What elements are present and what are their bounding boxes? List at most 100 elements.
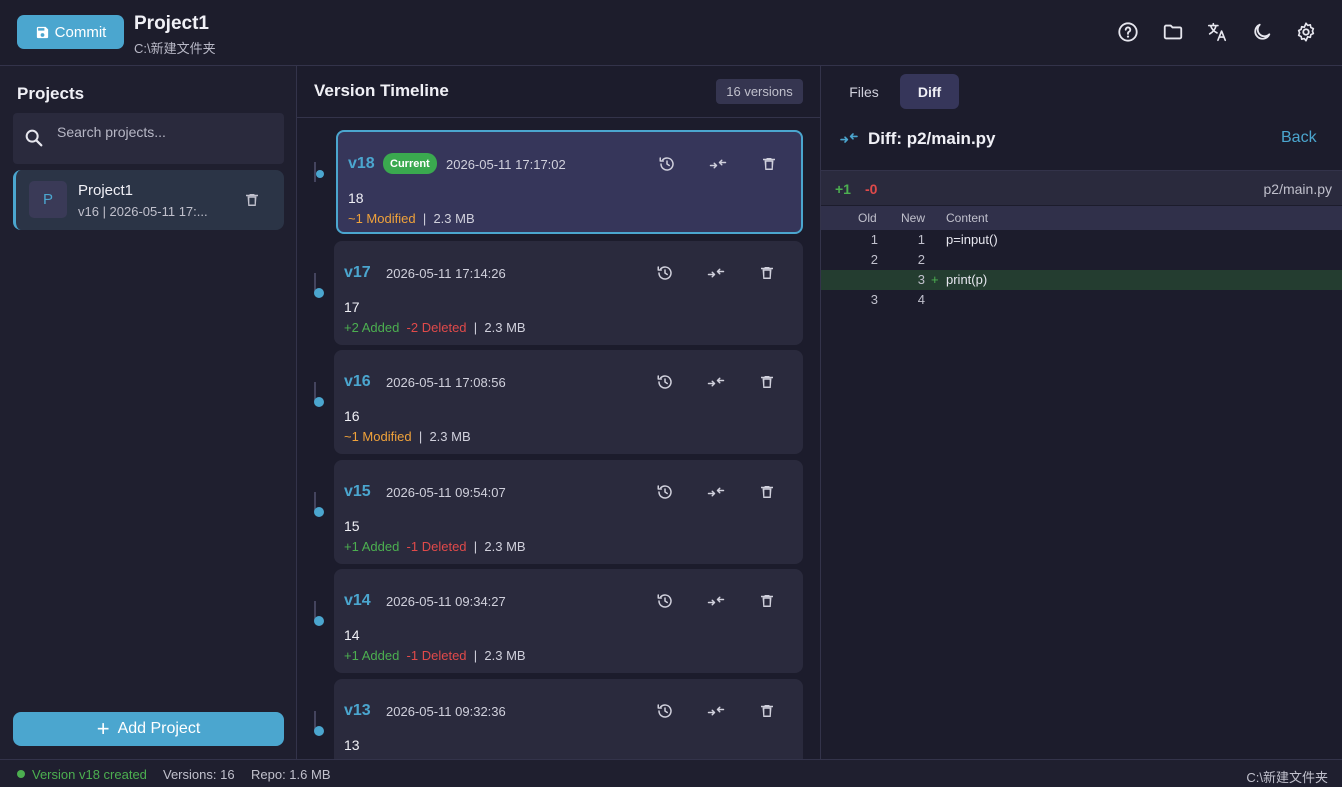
compare-version-icon[interactable] <box>706 591 726 611</box>
version-stats: +1 Added -1 Deleted | 2.3 MB <box>344 539 526 554</box>
header-bar: Commit Project1 C:\新建文件夹 <box>0 0 1342 66</box>
tab-files[interactable]: Files <box>839 74 889 109</box>
new-line-number: 2 <box>917 252 925 267</box>
settings-icon[interactable] <box>1294 20 1318 44</box>
timeline-dot <box>316 170 324 178</box>
compare-version-icon[interactable] <box>708 154 728 174</box>
delete-version-icon[interactable] <box>757 591 777 611</box>
stats-separator: | <box>422 211 427 226</box>
folder-icon[interactable] <box>1161 20 1185 44</box>
delete-version-icon[interactable] <box>757 701 777 721</box>
lines-added-count: +1 <box>835 181 851 197</box>
version-date: 2026-05-11 17:08:56 <box>386 375 506 390</box>
search-box <box>13 113 284 164</box>
old-line-number: 1 <box>870 232 878 247</box>
sidebar-title: Projects <box>17 84 85 103</box>
version-date: 2026-05-11 09:32:36 <box>386 704 506 719</box>
line-content: p=input() <box>946 232 998 247</box>
restore-version-icon[interactable] <box>655 263 675 283</box>
version-date: 2026-05-11 09:54:07 <box>386 485 506 500</box>
restore-version-icon[interactable] <box>655 482 675 502</box>
current-badge: Current <box>383 153 437 174</box>
version-size: 2.3 MB <box>484 320 526 335</box>
restore-version-icon[interactable] <box>657 154 677 174</box>
tab-diff[interactable]: Diff <box>900 74 959 109</box>
search-input[interactable] <box>57 121 277 143</box>
delete-version-icon[interactable] <box>757 372 777 392</box>
status-path: C:\新建文件夹 <box>1246 770 1328 785</box>
stats-separator: | <box>473 648 478 663</box>
version-card[interactable]: v15 2026-05-11 09:54:07 15 +1 Added -1 Dele… <box>334 460 803 564</box>
version-stats: ~1 Modified | 2.3 MB <box>348 211 475 226</box>
compare-version-icon[interactable] <box>706 482 726 502</box>
version-label: v15 <box>344 483 371 500</box>
column-new: New <box>901 211 926 225</box>
version-card[interactable]: v18 Current 2026-05-11 17:17:02 18 ~1 Modifi… <box>336 130 803 234</box>
diff-summary: +1 -0 p2/main.py <box>821 170 1342 205</box>
timeline-dot <box>314 397 324 407</box>
project-meta: v16 | 2026-05-11 17:... <box>78 204 208 219</box>
project-list-item[interactable]: P Project1 v16 | 2026-05-11 17:... <box>13 170 284 230</box>
old-line-number: 3 <box>870 292 878 307</box>
back-button[interactable]: Back <box>1281 129 1317 147</box>
help-icon[interactable] <box>1116 20 1140 44</box>
version-message: 13 <box>344 737 360 753</box>
restore-version-icon[interactable] <box>655 372 675 392</box>
version-card[interactable]: v17 2026-05-11 17:14:26 17 +2 Added -2 Dele… <box>334 241 803 345</box>
version-size: 2.3 MB <box>433 211 475 226</box>
version-message: 16 <box>344 408 360 424</box>
lines-deleted-count: -0 <box>865 181 878 197</box>
stats-separator: | <box>473 320 478 335</box>
timeline-dot <box>314 288 324 298</box>
version-size: 2.3 MB <box>429 429 471 444</box>
compare-version-icon[interactable] <box>706 701 726 721</box>
added-count: +1 Added <box>344 648 400 663</box>
project-path: C:\新建文件夹 <box>134 41 216 56</box>
version-label: v17 <box>344 264 371 281</box>
compare-version-icon[interactable] <box>706 263 726 283</box>
modified-count: ~1 Modified <box>344 429 412 444</box>
column-content: Content <box>946 211 989 225</box>
new-line-number: 1 <box>917 232 925 247</box>
new-line-number: 3 <box>917 272 925 287</box>
save-icon <box>36 26 48 38</box>
deleted-count: -2 Deleted <box>406 320 467 335</box>
version-card[interactable]: v16 2026-05-11 17:08:56 16 ~1 Modified | 2.… <box>334 350 803 454</box>
restore-version-icon[interactable] <box>655 701 675 721</box>
diff-row: 22 <box>821 250 1342 270</box>
commit-button[interactable]: Commit <box>17 15 124 49</box>
version-label: v13 <box>344 702 371 719</box>
version-card[interactable]: v13 2026-05-11 09:32:36 13 <box>334 679 803 759</box>
status-repo-size: Repo: 1.6 MB <box>251 767 331 782</box>
line-content: print(p) <box>946 272 988 287</box>
version-stats: +2 Added -2 Deleted | 2.3 MB <box>344 320 526 335</box>
delete-version-icon[interactable] <box>757 263 777 283</box>
compare-version-icon[interactable] <box>706 372 726 392</box>
status-message: Version v18 created <box>32 767 147 782</box>
version-count-badge: 16 versions <box>716 79 803 104</box>
version-timeline: Version Timeline 16 versions v18 Current 2… <box>297 66 821 759</box>
version-label: v14 <box>344 592 371 609</box>
add-project-button[interactable]: + Add Project <box>13 712 284 746</box>
delete-version-icon[interactable] <box>757 482 777 502</box>
old-line-number: 2 <box>870 252 878 267</box>
version-date: 2026-05-11 17:14:26 <box>386 266 506 281</box>
timeline-dot <box>314 726 324 736</box>
version-date: 2026-05-11 17:17:02 <box>446 157 566 172</box>
restore-version-icon[interactable] <box>655 591 675 611</box>
version-stats: +1 Added -1 Deleted | 2.3 MB <box>344 648 526 663</box>
status-dot-icon <box>17 770 25 778</box>
translate-icon[interactable] <box>1205 20 1229 44</box>
delete-project-icon[interactable] <box>243 191 261 209</box>
timeline-header: Version Timeline 16 versions <box>297 66 820 118</box>
version-message: 14 <box>344 627 360 643</box>
delete-version-icon[interactable] <box>759 154 779 174</box>
dark-mode-icon[interactable] <box>1250 20 1274 44</box>
projects-sidebar: Projects P Project1 v16 | 2026-05-11 17:… <box>0 66 297 759</box>
diff-table-header: Old New Content <box>821 206 1342 230</box>
project-avatar: P <box>29 181 67 218</box>
status-versions: Versions: 16 <box>163 767 235 782</box>
app-window: Commit Project1 C:\新建文件夹 Projects P Proj… <box>0 0 1342 787</box>
version-label: v18 <box>348 155 375 172</box>
version-card[interactable]: v14 2026-05-11 09:34:27 14 +1 Added -1 Dele… <box>334 569 803 673</box>
